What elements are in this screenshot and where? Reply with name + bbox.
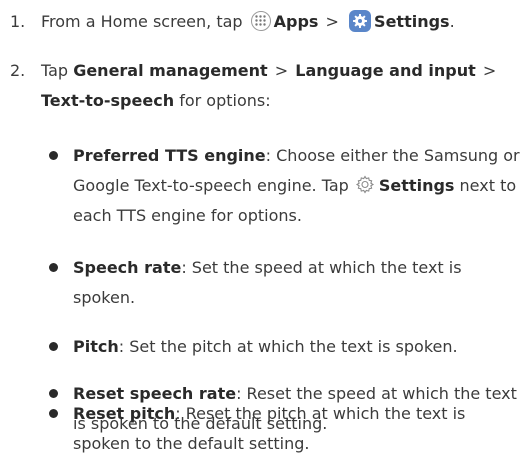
apps-icon — [250, 11, 271, 31]
list-item-text: Reset pitch: Reset the pitch at which th… — [73, 399, 522, 459]
bullet-dot — [49, 409, 58, 418]
apps-label: Apps — [273, 12, 319, 31]
step-suffix: for options: — [179, 91, 271, 110]
gear-icon — [355, 175, 374, 194]
step-text: From a Home screen, tap Apps > Settings. — [41, 8, 518, 36]
path-text-to-speech: Text-to-speech — [41, 91, 175, 110]
list-item-term: Speech rate — [73, 258, 182, 277]
path-separator: > — [482, 61, 497, 80]
path-language-and-input: Language and input — [295, 61, 476, 80]
instructions-page: 1. From a Home screen, tap Apps > Settin… — [0, 0, 526, 467]
list-item-term: Reset pitch — [73, 404, 176, 423]
settings-label: Settings — [378, 176, 455, 195]
settings-label: Settings — [374, 12, 450, 31]
list-item-description: : Set the pitch at which the text is spo… — [118, 337, 458, 356]
path-general-management: General management — [73, 61, 268, 80]
bullet-dot — [49, 342, 58, 351]
path-separator: > — [274, 61, 289, 80]
step-2: 2. Tap General management > Language and… — [0, 56, 526, 116]
step-suffix: . — [449, 12, 455, 31]
step-1: 1. From a Home screen, tap Apps > Settin… — [0, 8, 526, 36]
bullet-dot — [49, 263, 58, 272]
list-item-text: Pitch: Set the pitch at which the text i… — [73, 332, 522, 362]
bullet-dot — [49, 389, 58, 398]
step-prefix: From a Home screen, tap — [41, 12, 243, 31]
step-text: Tap General management > Language and in… — [41, 56, 518, 116]
list-item-term: Preferred TTS engine — [73, 146, 266, 165]
path-separator: > — [325, 12, 339, 31]
list-item-speech-rate: Speech rate: Set the speed at which the … — [0, 253, 526, 313]
step-number: 1. — [10, 12, 26, 31]
list-item-pitch: Pitch: Set the pitch at which the text i… — [0, 332, 526, 362]
step-prefix: Tap — [41, 61, 69, 80]
list-item-term: Pitch — [73, 337, 119, 356]
list-item-preferred-tts-engine: Preferred TTS engine: Choose either the … — [0, 141, 526, 233]
list-item-text: Preferred TTS engine: Choose either the … — [73, 141, 522, 231]
list-item-reset-pitch: Reset pitch: Reset the pitch at which th… — [0, 399, 526, 459]
settings-icon — [349, 10, 372, 32]
list-item-text: Speech rate: Set the speed at which the … — [73, 253, 522, 313]
step-number: 2. — [10, 61, 26, 80]
bullet-dot — [49, 151, 58, 160]
